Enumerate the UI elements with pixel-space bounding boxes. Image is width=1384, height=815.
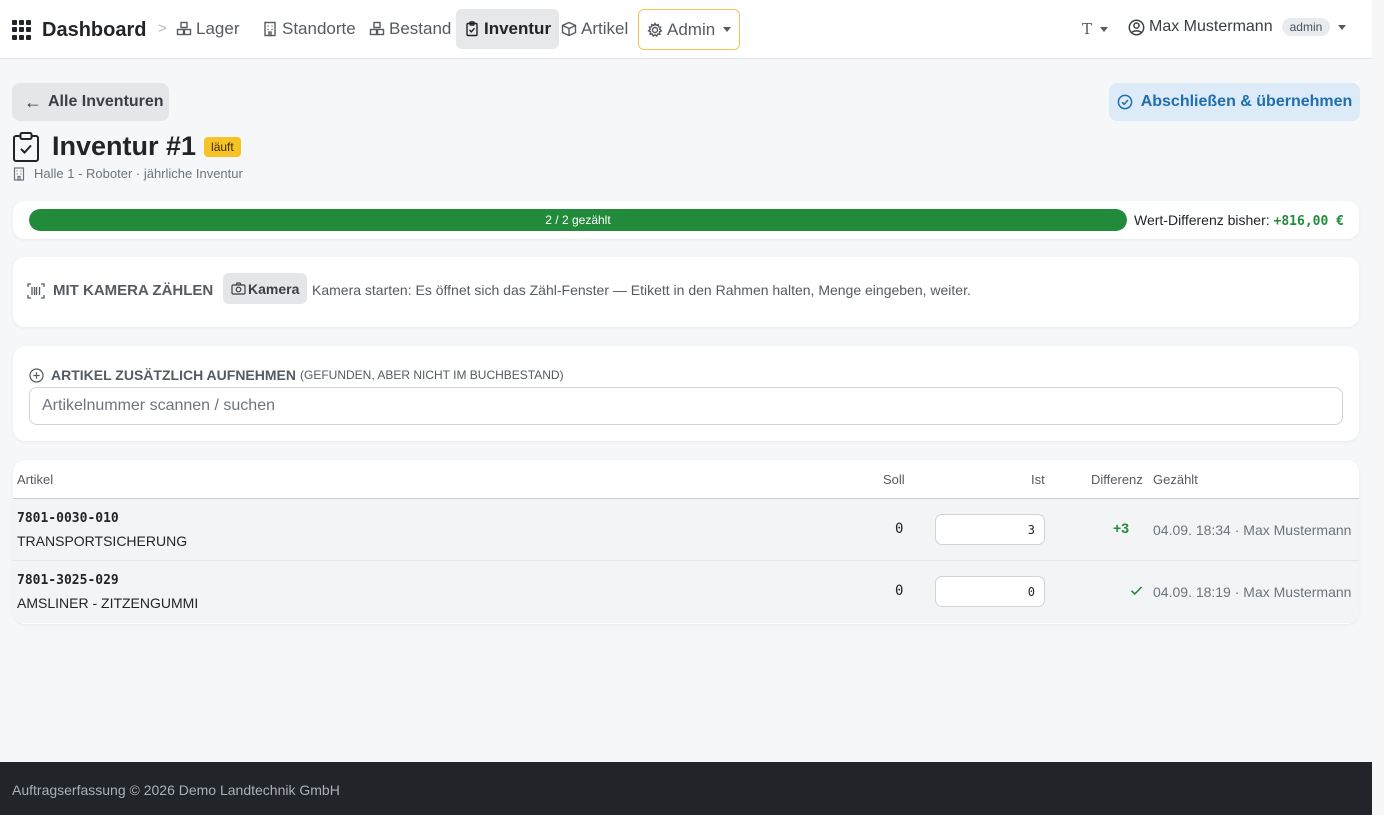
chevron-right-icon: >	[158, 20, 167, 37]
nav-item-inventur[interactable]: Inventur	[456, 9, 560, 49]
article-sku: 7801-0030-010	[17, 511, 119, 526]
back-button[interactable]: ← Alle Inventuren	[12, 83, 169, 121]
clipboard-check-icon	[13, 131, 39, 162]
chevron-down-icon	[723, 27, 732, 32]
status-badge: läuft	[204, 136, 241, 157]
user-menu[interactable]: Max Mustermann admin	[1128, 18, 1347, 36]
camera-section-title: MIT KAMERA ZÄHLEN	[27, 282, 213, 299]
user-circle-icon	[1128, 19, 1145, 35]
user-name: Max Mustermann	[1149, 18, 1273, 35]
camera-hint: Kamera starten: Es öffnet sich das Zähl-…	[312, 282, 971, 298]
apps-grid-icon	[12, 20, 32, 40]
chevron-down-icon	[1100, 26, 1109, 32]
ist-input[interactable]	[935, 576, 1045, 607]
camera-button-label: Kamera	[248, 280, 300, 297]
table-row: 7801-0030-010 TRANSPORTSICHERUNG 0 +3 04…	[13, 499, 1359, 561]
article-name: AMSLINER - ZITZENGUMMI	[17, 595, 199, 611]
camera-button[interactable]: Kamera	[223, 273, 308, 304]
chevron-down-icon	[1338, 24, 1347, 30]
footer-text: Auftragserfassung © 2026 Demo Landtechni…	[12, 782, 340, 798]
building-icon	[13, 166, 25, 181]
arrow-left-icon: ←	[24, 91, 42, 112]
check-icon	[1130, 586, 1143, 596]
progress-fill: 2 / 2 gezählt	[29, 209, 1127, 231]
gear-icon	[647, 21, 663, 37]
nav-item-label: Bestand	[389, 19, 452, 38]
camera-title: MIT KAMERA ZÄHLEN	[53, 282, 214, 299]
clipboard-check-icon	[466, 21, 478, 37]
barcode-scan-icon	[27, 282, 45, 299]
nav-item-label: Lager	[196, 19, 240, 38]
difference-value: +3	[1113, 520, 1129, 536]
subtitle-text: Halle 1 - Roboter · jährliche Inventur	[34, 166, 243, 181]
nav-item-admin[interactable]: Admin	[638, 9, 741, 50]
value-difference-label: Wert-Differenz bisher:	[1134, 212, 1270, 228]
theme-toggle[interactable]: T	[1082, 20, 1109, 38]
camera-card: MIT KAMERA ZÄHLEN Kamera Kamera starten:…	[13, 257, 1359, 327]
add-article-subtitle: (GEFUNDEN, ABER NICHT IM BUCHBESTAND)	[300, 368, 564, 382]
footer: Auftragserfassung © 2026 Demo Landtechni…	[0, 762, 1372, 815]
camera-icon	[231, 282, 246, 295]
boxes-icon	[176, 21, 192, 36]
soll-value: 0	[895, 521, 904, 537]
nav-item-label: Inventur	[484, 19, 552, 38]
page-title-row: Inventur #1 läuft	[12, 131, 241, 162]
article-name: TRANSPORTSICHERUNG	[17, 533, 188, 549]
article-search-input[interactable]	[29, 387, 1343, 425]
counted-info: 04.09. 18:34 · Max Mustermann	[1153, 522, 1352, 538]
progress-card: 2 / 2 gezählt Wert-Differenz bisher: +81…	[13, 201, 1359, 239]
table-row: 7801-3025-029 AMSLINER - ZITZENGUMMI 0 0…	[13, 561, 1359, 623]
column-header-ist: Ist	[1031, 472, 1045, 487]
column-header-differenz: Differenz	[1091, 472, 1143, 487]
navbar: Dashboard > Lager Standorte Bestand Inve…	[0, 0, 1372, 59]
nav-item-lager[interactable]: Lager	[168, 9, 247, 49]
brand-title: Dashboard	[42, 18, 147, 41]
plus-circle-icon	[29, 367, 44, 383]
back-button-label: Alle Inventuren	[48, 93, 164, 110]
check-circle-icon	[1117, 94, 1133, 110]
page-subtitle: Halle 1 - Roboter · jährliche Inventur	[13, 166, 243, 181]
nav-item-label: Standorte	[282, 19, 356, 38]
nav-item-standorte[interactable]: Standorte	[254, 9, 364, 49]
progress-bar: 2 / 2 gezählt	[29, 209, 1127, 231]
brand[interactable]: Dashboard	[12, 16, 146, 44]
theme-label: T	[1082, 20, 1093, 38]
nav-item-bestand[interactable]: Bestand	[361, 9, 459, 49]
box-icon	[561, 21, 577, 37]
page-title: Inventur #1	[52, 131, 197, 161]
add-article-title: ARTIKEL ZUSÄTZLICH AUFNEHMEN	[51, 367, 296, 383]
inventory-table: Artikel Soll Ist Differenz Gezählt 7801-…	[13, 460, 1359, 624]
progress-label: 2 / 2 gezählt	[545, 213, 611, 227]
role-badge: admin	[1281, 18, 1331, 36]
column-header-gezaehlt: Gezählt	[1153, 472, 1198, 487]
table-header: Artikel Soll Ist Differenz Gezählt	[13, 460, 1359, 499]
finish-button-label: Abschließen & übernehmen	[1140, 93, 1353, 110]
nav-item-label: Artikel	[581, 19, 629, 38]
boxes-icon	[369, 21, 385, 36]
add-article-card: ARTIKEL ZUSÄTZLICH AUFNEHMEN (GEFUNDEN, …	[13, 346, 1359, 441]
counted-info: 04.09. 18:19 · Max Mustermann	[1153, 584, 1352, 600]
building-icon	[264, 21, 276, 37]
ist-input[interactable]	[935, 514, 1045, 545]
nav-item-artikel[interactable]: Artikel	[553, 9, 636, 49]
column-header-artikel: Artikel	[17, 472, 54, 487]
add-article-title-row: ARTIKEL ZUSÄTZLICH AUFNEHMEN (GEFUNDEN, …	[29, 367, 564, 383]
article-sku: 7801-3025-029	[17, 573, 119, 588]
value-difference-amount: +816,00 €	[1273, 214, 1344, 229]
value-difference: Wert-Differenz bisher: +816,00 €	[1134, 212, 1344, 229]
nav-item-label: Admin	[667, 19, 716, 39]
column-header-soll: Soll	[883, 472, 905, 487]
soll-value: 0	[895, 583, 904, 599]
finish-button[interactable]: Abschließen & übernehmen	[1109, 83, 1360, 121]
